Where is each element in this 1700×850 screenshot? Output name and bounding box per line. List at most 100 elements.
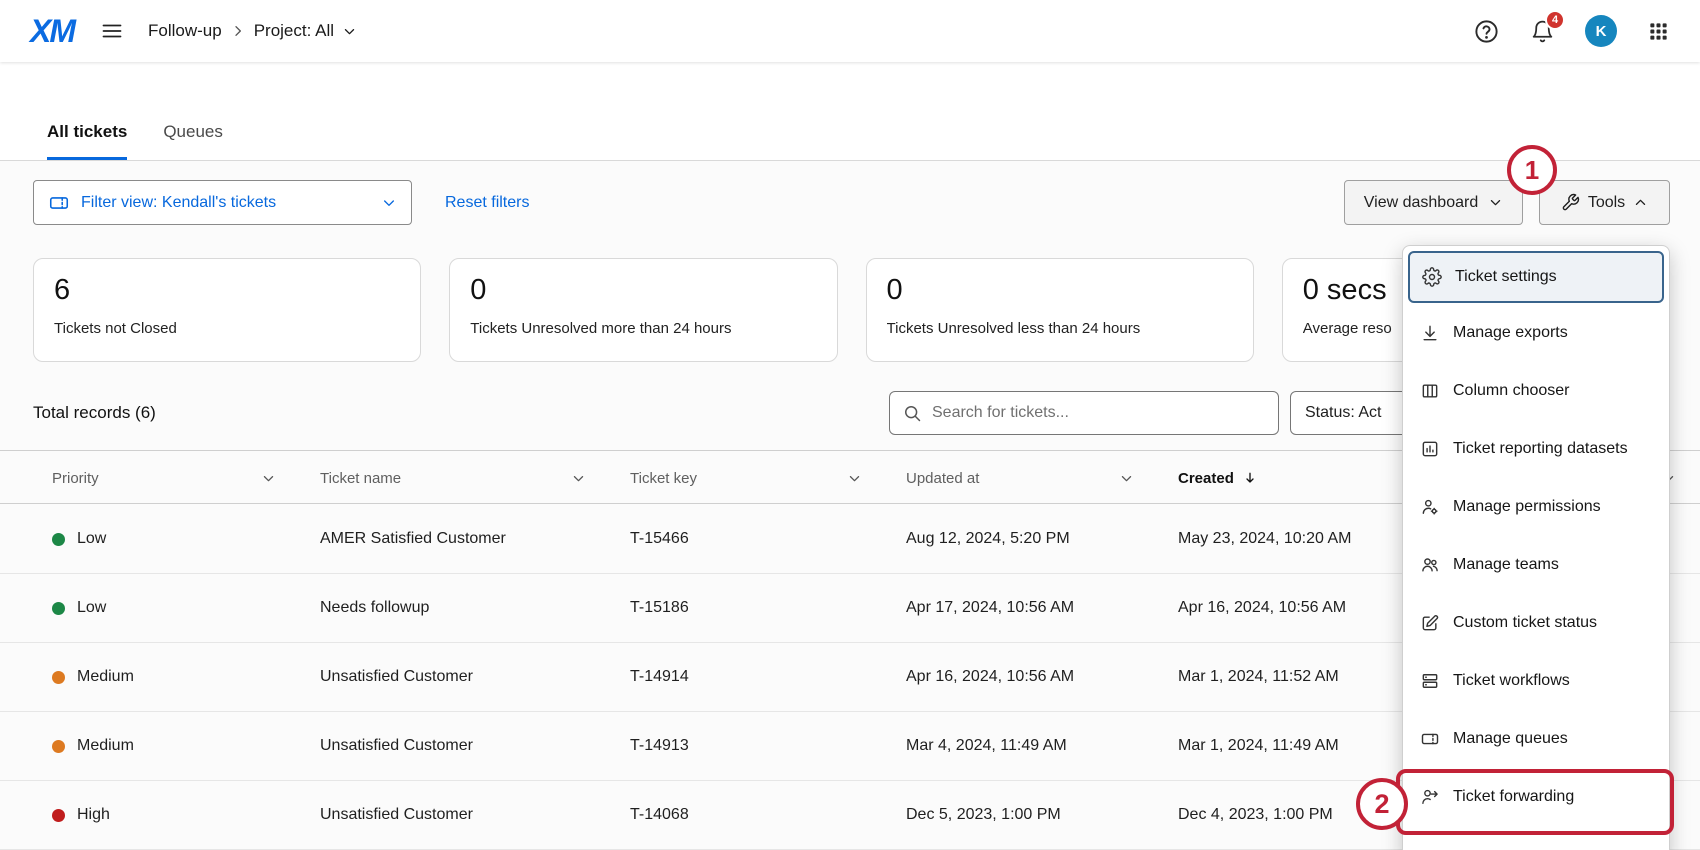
wrench-icon: [1561, 193, 1580, 212]
gear-icon: [1422, 267, 1442, 287]
ticket-name-cell: AMER Satisfied Customer: [320, 530, 630, 548]
menu-item-ticket-forwarding[interactable]: Ticket forwarding: [1403, 768, 1669, 826]
ticket-key-cell: T-14914: [630, 668, 906, 686]
chevron-down-icon: [847, 471, 862, 486]
priority-dot-low: [52, 602, 65, 615]
notification-count-badge: 4: [1545, 10, 1565, 30]
user-avatar[interactable]: K: [1585, 15, 1617, 47]
notifications-bell-icon[interactable]: 4: [1530, 19, 1555, 44]
stat-label: Tickets Unresolved less than 24 hours: [887, 320, 1233, 337]
ticket-icon: [1420, 729, 1440, 749]
stat-card-unresolved-less-24h: 0 Tickets Unresolved less than 24 hours: [866, 258, 1254, 362]
menu-item-ticket-reporting-datasets[interactable]: Ticket reporting datasets: [1403, 420, 1669, 478]
updated-at-cell: Mar 4, 2024, 11:49 AM: [906, 737, 1178, 755]
chevron-up-icon: [1633, 195, 1648, 210]
menu-item-manage-exports[interactable]: Manage exports: [1403, 304, 1669, 362]
priority-cell: Low: [52, 530, 320, 548]
priority-cell: Medium: [52, 668, 320, 686]
priority-dot-high: [52, 809, 65, 822]
tools-button[interactable]: Tools: [1539, 180, 1670, 225]
column-label: Ticket key: [630, 470, 697, 487]
help-icon[interactable]: [1473, 18, 1500, 45]
column-header-ticket-key[interactable]: Ticket key: [630, 451, 906, 505]
column-header-updated-at[interactable]: Updated at: [906, 451, 1178, 505]
topbar-actions: 4 K: [1473, 15, 1670, 47]
priority-cell: High: [52, 806, 320, 824]
people-icon: [1420, 555, 1440, 575]
priority-label: Low: [77, 530, 106, 548]
ticket-key-cell: T-14913: [630, 737, 906, 755]
menu-item-ticket-workflows[interactable]: Ticket workflows: [1403, 652, 1669, 710]
status-filter-label: Status: Act: [1305, 404, 1381, 422]
app-grid-icon[interactable]: [1647, 20, 1670, 43]
xm-logo[interactable]: XM: [30, 13, 74, 50]
priority-dot-medium: [52, 740, 65, 753]
stat-label: Tickets Unresolved more than 24 hours: [470, 320, 816, 337]
priority-dot-medium: [52, 671, 65, 684]
menu-item-label: Manage teams: [1453, 556, 1559, 574]
menu-item-ticket-settings[interactable]: Ticket settings: [1408, 251, 1664, 303]
priority-label: Medium: [77, 668, 134, 686]
updated-at-cell: Dec 5, 2023, 1:00 PM: [906, 806, 1178, 824]
column-label: Priority: [52, 470, 99, 487]
dataset-icon: [1420, 439, 1440, 459]
chevron-right-icon: [230, 23, 246, 39]
breadcrumb-project-scope[interactable]: Project: All: [254, 21, 357, 41]
menu-item-label: Ticket reporting datasets: [1453, 440, 1628, 458]
hamburger-menu-icon[interactable]: [100, 19, 124, 43]
chevron-down-icon: [381, 195, 397, 211]
column-label: Updated at: [906, 470, 979, 487]
ticket-key-cell: T-15466: [630, 530, 906, 548]
chevron-down-icon: [1119, 471, 1134, 486]
column-label: Ticket name: [320, 470, 401, 487]
ticket-name-cell: Unsatisfied Customer: [320, 737, 630, 755]
search-input[interactable]: [932, 404, 1266, 422]
stat-card-not-closed: 6 Tickets not Closed: [33, 258, 421, 362]
columns-icon: [1420, 381, 1440, 401]
tab-all-tickets[interactable]: All tickets: [47, 122, 127, 160]
stat-value: 0: [887, 274, 1233, 307]
menu-item-label: Ticket workflows: [1453, 672, 1570, 690]
ticket-search: [889, 391, 1279, 435]
menu-item-manage-teams[interactable]: Manage teams: [1403, 536, 1669, 594]
tab-queues[interactable]: Queues: [163, 122, 223, 160]
total-records-label: Total records (6): [33, 391, 156, 435]
priority-dot-low: [52, 533, 65, 546]
menu-item-manage-permissions[interactable]: Manage permissions: [1403, 478, 1669, 536]
menu-item-label: Custom ticket status: [1453, 614, 1597, 632]
stat-value: 0: [470, 274, 816, 307]
menu-item-label: Manage permissions: [1453, 498, 1601, 516]
stat-label: Tickets not Closed: [54, 320, 400, 337]
priority-cell: Low: [52, 599, 320, 617]
tools-dropdown-menu: Ticket settings Manage exports Column ch…: [1402, 245, 1670, 850]
person-gear-icon: [1420, 497, 1440, 517]
chevron-down-icon: [342, 24, 357, 39]
priority-label: High: [77, 806, 110, 824]
menu-item-custom-ticket-status[interactable]: Custom ticket status: [1403, 594, 1669, 652]
priority-label: Low: [77, 599, 106, 617]
priority-label: Medium: [77, 737, 134, 755]
view-dashboard-label: View dashboard: [1364, 194, 1478, 212]
sort-descending-arrow-icon: [1242, 470, 1258, 486]
top-bar: XM Follow-up Project: All 4 K: [0, 0, 1700, 62]
column-header-ticket-name[interactable]: Ticket name: [320, 451, 630, 505]
column-header-priority[interactable]: Priority: [52, 451, 320, 505]
chevron-down-icon: [261, 471, 276, 486]
view-dashboard-button[interactable]: View dashboard: [1344, 180, 1523, 225]
reset-filters-link[interactable]: Reset filters: [445, 180, 529, 225]
breadcrumb-project-name[interactable]: Follow-up: [148, 21, 222, 41]
tickets-tab-bar: All tickets Queues: [0, 62, 1700, 161]
chevron-down-icon: [1488, 195, 1503, 210]
menu-item-label: Manage queues: [1453, 730, 1568, 748]
filter-view-dropdown[interactable]: Filter view: Kendall's tickets: [33, 180, 412, 225]
search-icon: [902, 403, 922, 423]
edit-icon: [1420, 613, 1440, 633]
menu-item-manage-queues[interactable]: Manage queues: [1403, 710, 1669, 768]
menu-item-label: Column chooser: [1453, 382, 1570, 400]
menu-item-label: Ticket forwarding: [1453, 788, 1574, 806]
chevron-down-icon: [571, 471, 586, 486]
stat-card-unresolved-more-24h: 0 Tickets Unresolved more than 24 hours: [449, 258, 837, 362]
updated-at-cell: Apr 16, 2024, 10:56 AM: [906, 668, 1178, 686]
menu-item-column-chooser[interactable]: Column chooser: [1403, 362, 1669, 420]
ticket-key-cell: T-15186: [630, 599, 906, 617]
